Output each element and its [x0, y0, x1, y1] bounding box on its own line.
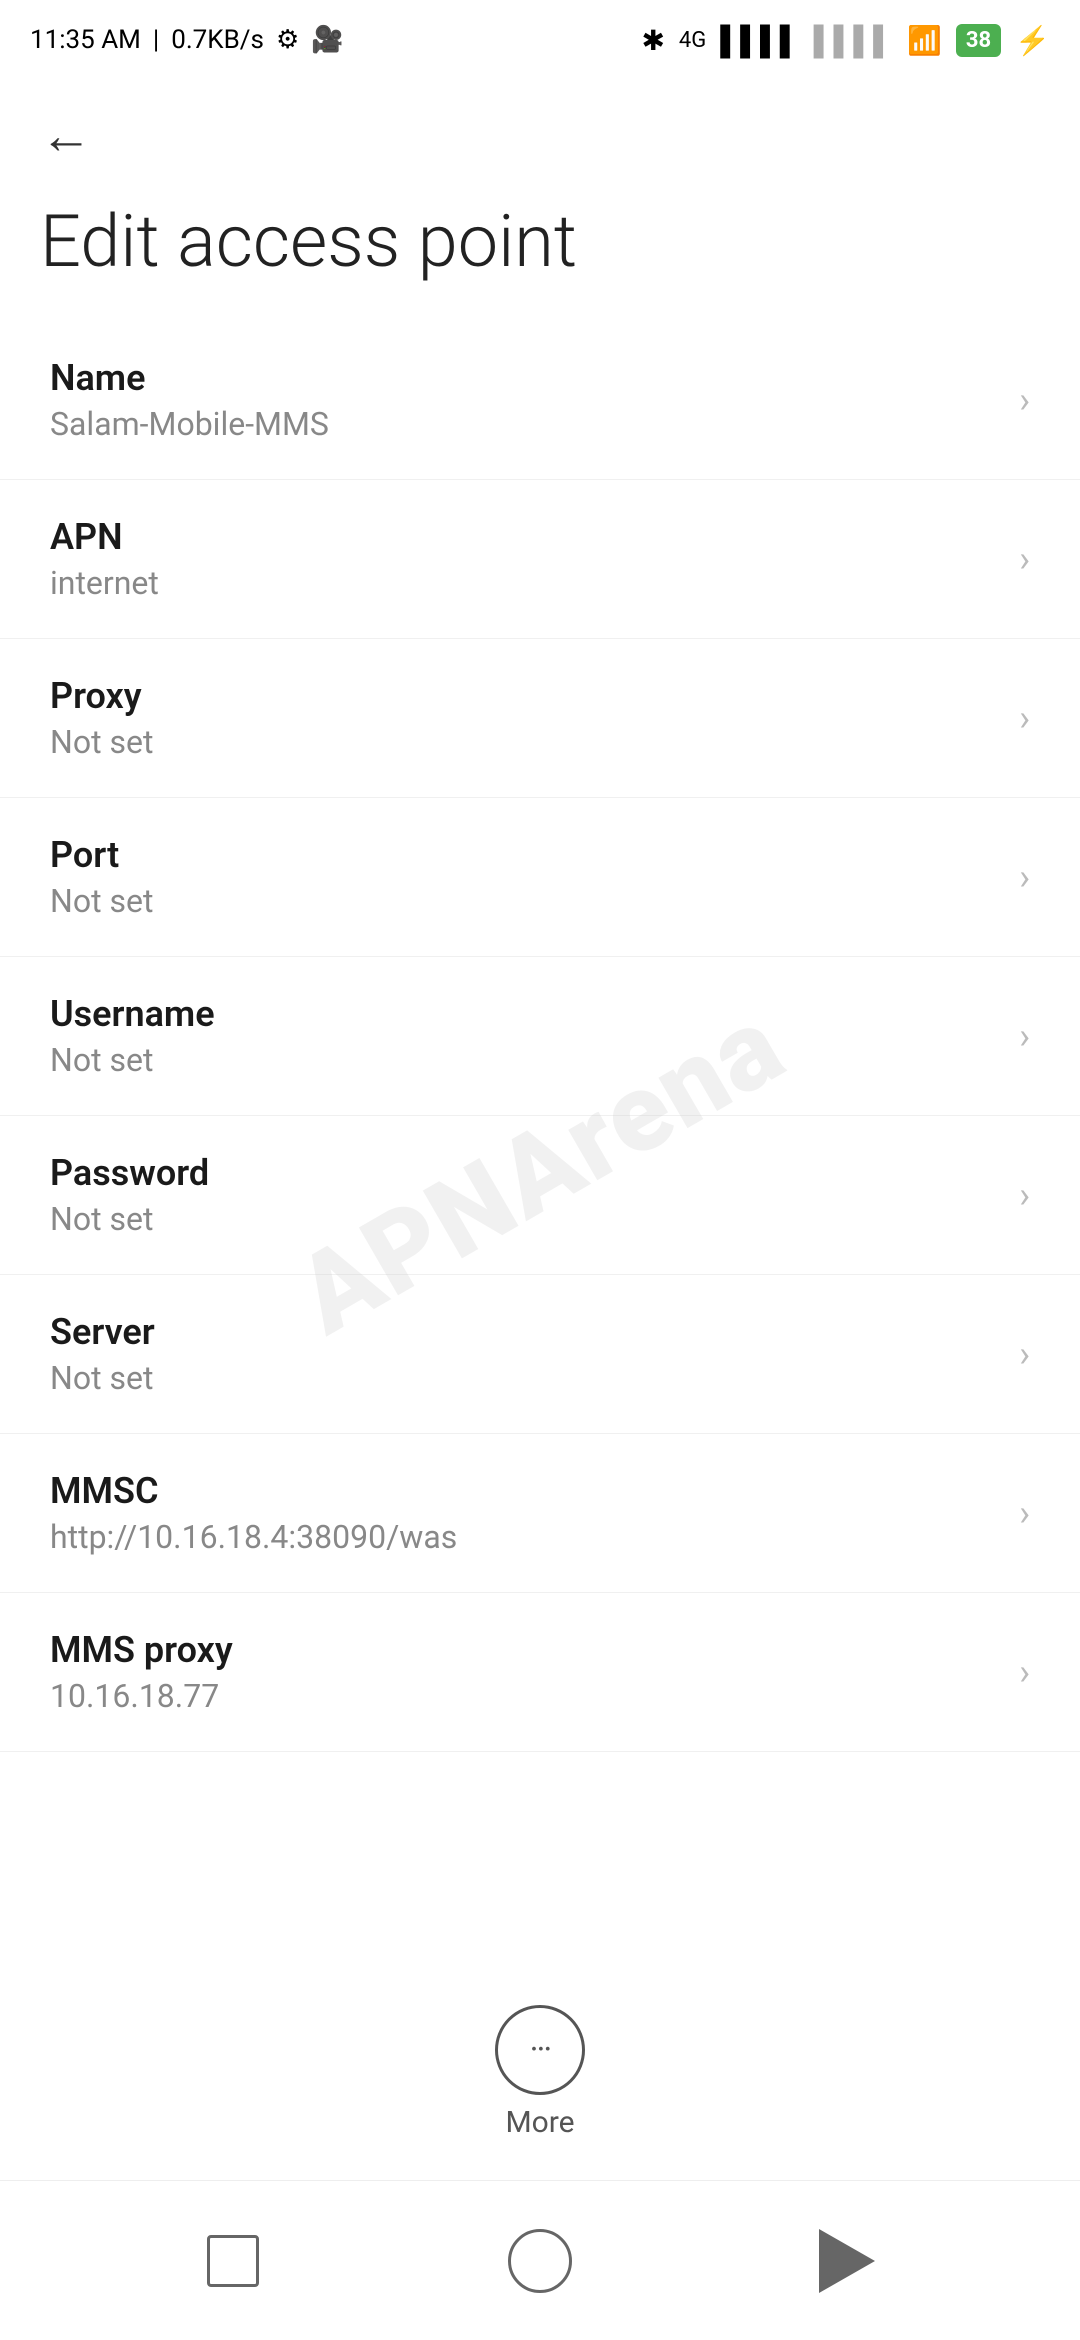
settings-item-password[interactable]: Password Not set ›: [0, 1116, 1080, 1275]
settings-item-value-name: Salam-Mobile-MMS: [50, 405, 329, 443]
status-speed: 0.7KB/s: [171, 25, 264, 55]
status-right: ✱ 4G ▌▌▌▌ ▌▌▌▌ 📶 38 ⚡: [641, 24, 1050, 57]
video-icon: 🎥: [311, 25, 343, 55]
settings-item-content-port: Port Not set: [50, 834, 153, 920]
charging-icon: ⚡: [1015, 24, 1050, 57]
more-dots-icon: ···: [530, 2033, 551, 2067]
settings-item-name[interactable]: Name Salam-Mobile-MMS ›: [0, 321, 1080, 480]
chevron-right-icon-mms-proxy: ›: [1019, 1651, 1030, 1693]
settings-item-value-port: Not set: [50, 882, 153, 920]
settings-item-value-server: Not set: [50, 1359, 155, 1397]
signal-bars2-icon: ▌▌▌▌: [814, 24, 893, 57]
more-button[interactable]: ··· More: [495, 2005, 585, 2140]
settings-item-label-password: Password: [50, 1152, 209, 1194]
settings-list: Name Salam-Mobile-MMS › APN internet › Proxy No…: [0, 321, 1080, 1752]
chevron-right-icon-port: ›: [1019, 856, 1030, 898]
recents-icon: [207, 2235, 259, 2287]
chevron-right-icon-proxy: ›: [1019, 697, 1030, 739]
chevron-right-icon-mmsc: ›: [1019, 1492, 1030, 1534]
status-separator: |: [153, 25, 159, 55]
settings-item-port[interactable]: Port Not set ›: [0, 798, 1080, 957]
settings-item-content-name: Name Salam-Mobile-MMS: [50, 357, 329, 443]
settings-item-value-apn: internet: [50, 564, 159, 602]
more-circle-icon: ···: [495, 2005, 585, 2095]
signal-bars-icon: ▌▌▌▌: [720, 24, 799, 57]
settings-item-content-mmsc: MMSC http://10.16.18.4:38090/was: [50, 1470, 457, 1556]
settings-item-value-mmsc: http://10.16.18.4:38090/was: [50, 1518, 457, 1556]
recents-button[interactable]: [193, 2221, 273, 2301]
settings-item-value-username: Not set: [50, 1041, 215, 1079]
settings-item-username[interactable]: Username Not set ›: [0, 957, 1080, 1116]
bluetooth-icon: ✱: [641, 24, 664, 57]
wifi-icon: 📶: [907, 24, 942, 57]
settings-item-label-apn: APN: [50, 516, 159, 558]
settings-item-value-proxy: Not set: [50, 723, 153, 761]
chevron-right-icon-name: ›: [1019, 379, 1030, 421]
more-label: More: [505, 2105, 574, 2140]
bottom-nav: [0, 2180, 1080, 2340]
settings-item-apn[interactable]: APN internet ›: [0, 480, 1080, 639]
settings-item-value-mms-proxy: 10.16.18.77: [50, 1677, 233, 1715]
settings-item-mms-proxy[interactable]: MMS proxy 10.16.18.77 ›: [0, 1593, 1080, 1752]
back-nav-icon: [819, 2229, 875, 2293]
settings-item-label-mmsc: MMSC: [50, 1470, 457, 1512]
settings-item-content-mms-proxy: MMS proxy 10.16.18.77: [50, 1629, 233, 1715]
back-button[interactable]: ←: [40, 110, 92, 162]
settings-item-label-proxy: Proxy: [50, 675, 153, 717]
settings-item-content-server: Server Not set: [50, 1311, 155, 1397]
chevron-right-icon-username: ›: [1019, 1015, 1030, 1057]
settings-item-content-password: Password Not set: [50, 1152, 209, 1238]
settings-item-label-username: Username: [50, 993, 215, 1035]
status-bar: 11:35 AM | 0.7KB/s ⚙ 🎥 ✱ 4G ▌▌▌▌ ▌▌▌▌ 📶 …: [0, 0, 1080, 80]
home-button[interactable]: [500, 2221, 580, 2301]
signal-4g-icon: 4G: [679, 28, 706, 53]
settings-item-label-server: Server: [50, 1311, 155, 1353]
settings-item-content-username: Username Not set: [50, 993, 215, 1079]
settings-item-proxy[interactable]: Proxy Not set ›: [0, 639, 1080, 798]
battery-indicator: 38: [956, 24, 1001, 57]
chevron-right-icon-apn: ›: [1019, 538, 1030, 580]
status-left: 11:35 AM | 0.7KB/s ⚙ 🎥: [30, 25, 344, 55]
settings-item-mmsc[interactable]: MMSC http://10.16.18.4:38090/was ›: [0, 1434, 1080, 1593]
chevron-right-icon-server: ›: [1019, 1333, 1030, 1375]
page-title: Edit access point: [0, 172, 1080, 321]
back-nav-button[interactable]: [807, 2221, 887, 2301]
settings-item-label-name: Name: [50, 357, 329, 399]
settings-item-label-port: Port: [50, 834, 153, 876]
home-icon: [508, 2229, 572, 2293]
settings-item-label-mms-proxy: MMS proxy: [50, 1629, 233, 1671]
chevron-right-icon-password: ›: [1019, 1174, 1030, 1216]
status-time: 11:35 AM: [30, 25, 141, 55]
settings-item-content-proxy: Proxy Not set: [50, 675, 153, 761]
top-nav: ←: [0, 80, 1080, 172]
settings-item-content-apn: APN internet: [50, 516, 159, 602]
settings-icon: ⚙: [276, 25, 299, 55]
settings-item-value-password: Not set: [50, 1200, 209, 1238]
settings-item-server[interactable]: Server Not set ›: [0, 1275, 1080, 1434]
